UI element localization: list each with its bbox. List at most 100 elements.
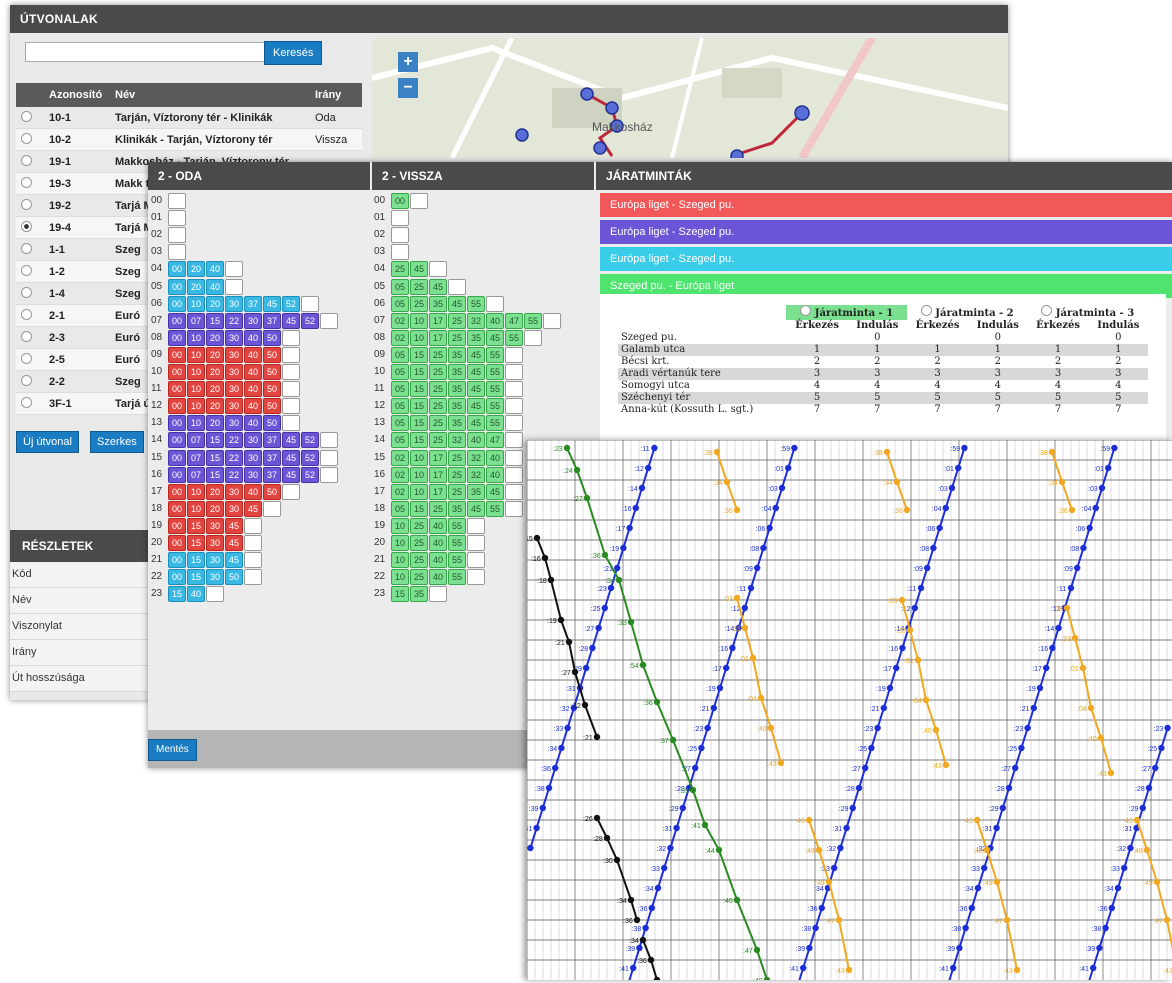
stop-point[interactable] [1163, 916, 1171, 924]
minute-cell[interactable]: 00 [168, 569, 186, 586]
minute-cell[interactable]: 30 [225, 398, 243, 415]
stop-point[interactable] [772, 504, 779, 512]
minute-cell[interactable]: 15 [206, 466, 224, 483]
stop-point[interactable] [1024, 724, 1031, 732]
minute-cell[interactable]: 35 [467, 329, 485, 346]
minute-cell[interactable]: 20 [206, 415, 224, 432]
minute-cell[interactable]: 30 [225, 483, 243, 500]
minute-cell[interactable]: 55 [505, 329, 523, 346]
route-radio[interactable] [21, 308, 32, 320]
stop-point[interactable] [835, 916, 843, 924]
stop-point[interactable] [1105, 464, 1112, 472]
minute-cell[interactable]: 55 [448, 569, 466, 586]
minute-cell[interactable]: 07 [187, 466, 205, 483]
minute-cell[interactable]: 45 [467, 381, 485, 398]
stop-point[interactable] [956, 944, 963, 952]
route-radio[interactable] [21, 176, 32, 188]
minute-cell[interactable]: 00 [168, 364, 186, 380]
minute-cell[interactable]: 05 [391, 500, 409, 517]
stop-point[interactable] [723, 478, 731, 486]
minute-cell[interactable]: 35 [448, 364, 466, 380]
minute-cell[interactable]: 25 [429, 500, 447, 517]
stop-point[interactable] [733, 896, 741, 904]
stop-point[interactable] [747, 584, 755, 592]
empty-minute-cell[interactable] [505, 398, 523, 415]
minute-cell[interactable]: 17 [429, 483, 447, 500]
stop-point[interactable] [698, 744, 705, 752]
minute-cell[interactable]: 55 [448, 552, 466, 569]
minute-cell[interactable]: 45 [467, 364, 485, 380]
route-radio[interactable] [21, 286, 32, 298]
stop-point[interactable] [917, 584, 925, 592]
table-row[interactable]: 10-1 Tarján, Víztorony tér - Klinikák Oda [16, 107, 362, 129]
empty-minute-cell[interactable] [410, 193, 428, 209]
stop-point[interactable] [539, 804, 546, 812]
orange-trip-line[interactable]: :38:34:36 [703, 448, 741, 515]
minute-cell[interactable]: 20 [187, 261, 205, 278]
stop-point[interactable] [1114, 884, 1122, 892]
blue-trip-line[interactable]: :42:41:39:38:36:34:33:32:31:29:28:27:25:… [1073, 724, 1171, 983]
minute-cell[interactable]: 55 [486, 364, 504, 380]
stop-point[interactable] [673, 824, 680, 832]
minute-cell[interactable]: 05 [391, 346, 409, 363]
minute-cell[interactable]: 10 [391, 552, 409, 569]
pattern-1-header[interactable]: Járatminta - 1 [815, 308, 893, 319]
minute-cell[interactable]: 30 [225, 295, 243, 312]
minute-cell[interactable]: 32 [467, 449, 485, 466]
minute-cell[interactable]: 45 [282, 432, 300, 449]
empty-minute-cell[interactable] [505, 432, 523, 449]
minute-cell[interactable]: 32 [448, 432, 466, 449]
empty-minute-cell[interactable] [505, 483, 523, 500]
stop-point[interactable] [1139, 804, 1146, 812]
orange-trip-line[interactable]: :03:33:01:04:40:43 [1053, 604, 1115, 778]
stop-point[interactable] [993, 878, 1001, 886]
minute-cell[interactable]: 45 [410, 261, 428, 278]
minute-cell[interactable]: 00 [168, 535, 186, 551]
stop-point[interactable] [961, 444, 968, 452]
empty-minute-cell[interactable] [391, 227, 409, 244]
minute-cell[interactable]: 25 [448, 483, 466, 500]
stop-point[interactable] [647, 956, 655, 964]
stop-point[interactable] [701, 821, 709, 829]
stop-point[interactable] [1107, 769, 1115, 777]
minute-cell[interactable]: 35 [448, 415, 466, 432]
new-route-button[interactable]: Új útvonal [16, 431, 79, 453]
route-radio[interactable] [21, 132, 32, 144]
empty-minute-cell[interactable] [168, 244, 186, 261]
minute-cell[interactable]: 30 [225, 381, 243, 398]
minute-cell[interactable]: 10 [410, 312, 428, 329]
col-id[interactable]: Azonosító [44, 83, 110, 107]
save-button[interactable]: Mentés [148, 739, 197, 761]
minute-cell[interactable]: 00 [168, 329, 186, 346]
black-trip-line[interactable]: :34:36 [629, 936, 661, 983]
minute-cell[interactable]: 50 [225, 569, 243, 586]
minute-cell[interactable]: 37 [263, 449, 281, 466]
minute-cell[interactable]: 50 [263, 381, 281, 398]
col-name[interactable]: Név [110, 83, 310, 107]
minute-cell[interactable]: 25 [448, 312, 466, 329]
empty-minute-cell[interactable] [282, 398, 300, 415]
stop-point[interactable] [973, 816, 981, 824]
stop-point[interactable] [1018, 744, 1025, 752]
minute-cell[interactable]: 10 [410, 329, 428, 346]
empty-minute-cell[interactable] [467, 517, 485, 534]
minute-cell[interactable]: 15 [187, 569, 205, 586]
stop-point[interactable] [785, 464, 792, 472]
minute-cell[interactable]: 30 [206, 517, 224, 534]
stop-point[interactable] [741, 624, 749, 632]
minute-cell[interactable]: 55 [486, 381, 504, 398]
stop-point[interactable] [753, 946, 761, 954]
route-radio[interactable] [21, 198, 32, 210]
stop-point[interactable] [654, 884, 662, 892]
minute-cell[interactable]: 20 [206, 295, 224, 312]
minute-cell[interactable]: 25 [429, 398, 447, 415]
stop-point[interactable] [552, 764, 559, 772]
minute-cell[interactable]: 55 [486, 415, 504, 432]
minute-cell[interactable]: 52 [301, 466, 319, 483]
empty-minute-cell[interactable] [282, 483, 300, 500]
minute-cell[interactable]: 15 [168, 586, 186, 603]
stop-point[interactable] [777, 759, 785, 767]
empty-minute-cell[interactable] [168, 210, 186, 227]
empty-minute-cell[interactable] [467, 569, 485, 586]
pattern-3-header[interactable]: Járatminta - 3 [1056, 308, 1134, 319]
